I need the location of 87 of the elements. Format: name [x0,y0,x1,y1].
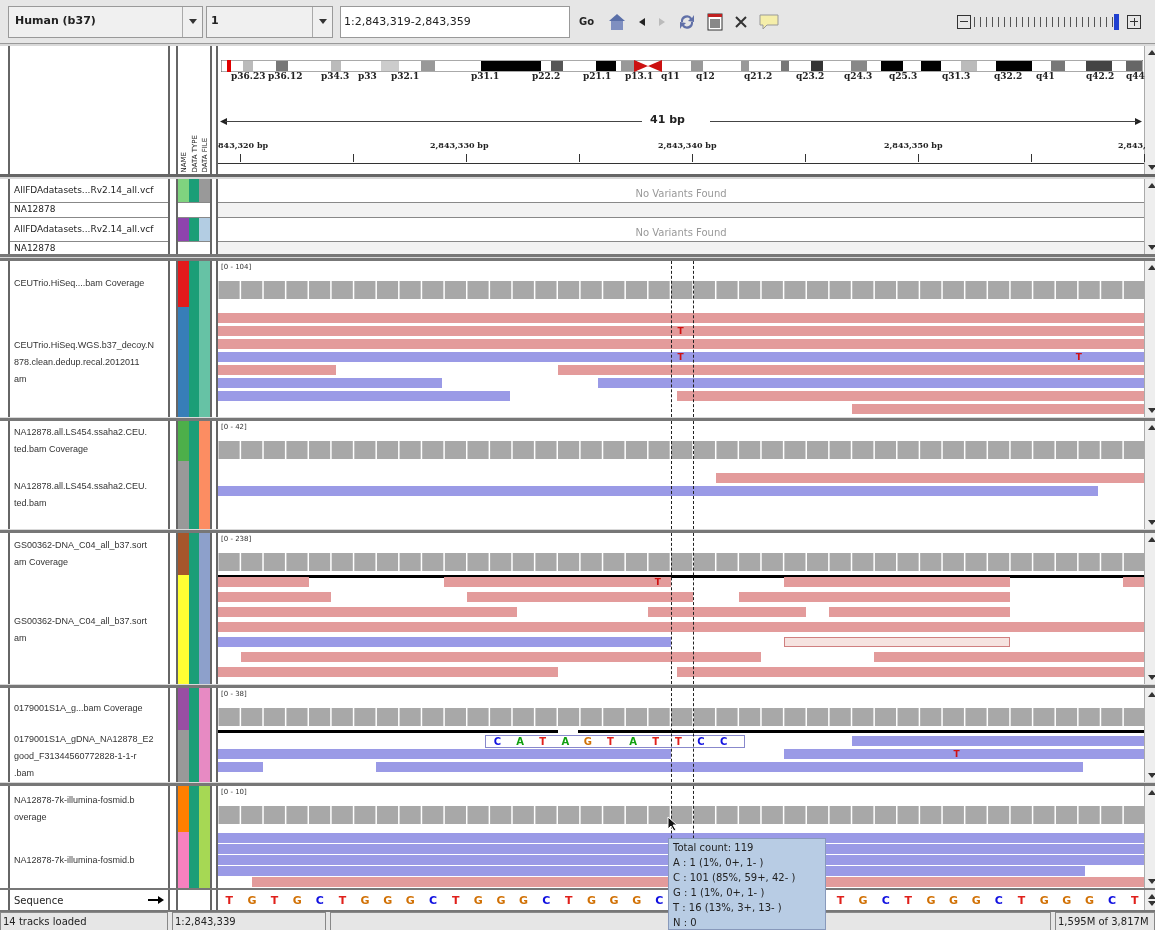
band-label: p22.2 [532,71,561,81]
reference-base: G [857,893,869,909]
reference-base: T [450,893,461,909]
reference-base: C [993,893,1004,909]
read-base: C [696,736,706,747]
reference-base: G [1061,893,1073,909]
read-base: A [628,736,638,747]
reference-base: C [1107,893,1118,909]
reference-base: T [903,893,914,909]
band-label: p31.1 [471,71,500,81]
band-label: p33 [358,71,377,81]
band-label: p36.12 [268,71,303,81]
reference-base: C [654,893,665,909]
reference-base: T [337,893,348,909]
read-base: T [538,736,548,747]
read-base: T [651,736,661,747]
band-label: q25.3 [889,71,918,81]
band-label: q42.2 [1086,71,1115,81]
reference-base: G [631,893,643,909]
mismatch-base: T [1075,352,1082,362]
reference-base: C [541,893,552,909]
band-label: q11 [661,71,680,81]
read-base: A [515,736,525,747]
tooltip-line: A : 1 (1%, 0+, 1- ) [673,856,765,870]
reference-base: G [495,893,507,909]
status-message: 14 tracks loaded [0,912,168,930]
tooltip-line: C : 101 (85%, 59+, 42- ) [673,871,797,885]
span-label: 41 bp [650,112,685,128]
empty-track-message: No Variants Found [635,226,727,240]
empty-track-message: No Variants Found [635,187,727,201]
band-label: p13.1 [625,71,654,81]
reference-base: C [427,893,439,909]
band-label: p36.23 [231,71,266,81]
reference-base: G [291,893,303,909]
reference-base: G [382,893,394,909]
tick-label: 2,843,330 bp [430,139,489,151]
band-label: q12 [696,71,715,81]
reference-base: G [585,893,597,909]
reference-base: T [564,893,574,909]
tick-label: 2,843, [1118,139,1146,151]
reference-base: G [1038,893,1050,909]
reference-base: G [970,893,982,909]
memory-readout: 1,595M of 3,817M [1055,912,1155,930]
tooltip-line: Total count: 119 [673,841,755,855]
read-base: G [582,736,593,747]
band-label: q31.3 [942,71,971,81]
band-label: p34.3 [321,71,350,81]
read-base: T [606,736,615,747]
reference-base: G [404,893,416,909]
band-label: p21.1 [583,71,612,81]
mismatch-base: T [953,749,960,759]
mismatch-base: T [677,326,684,336]
read-base: T [673,736,683,747]
tooltip-line: T : 16 (13%, 3+, 13- ) [673,901,783,915]
reference-base: T [1016,893,1027,909]
read-base: C [718,736,729,747]
band-label: q32.2 [994,71,1023,81]
band-label: q44 [1126,71,1145,81]
reference-base: G [246,893,258,909]
band-label: q41 [1036,71,1055,81]
reference-base: C [880,893,891,909]
reference-base: G [359,893,371,909]
tick-label: 2,843,350 bp [884,139,943,151]
reference-base: C [314,893,325,909]
mismatch-base: T [677,352,684,362]
reference-base: G [518,893,530,909]
band-label: p32.1 [391,71,420,81]
reference-base: G [472,893,484,909]
tooltip-line: G : 1 (1%, 0+, 1- ) [673,886,766,900]
reference-base: T [835,893,846,909]
tick-label: 2,843,340 bp [658,139,717,151]
band-label: q24.3 [844,71,873,81]
tick-label: 843,320 bp [218,139,269,151]
reference-base: G [948,893,960,909]
position-readout: 1:2,843,339 [172,912,326,930]
read-base: C [492,736,503,747]
band-label: q23.2 [796,71,825,81]
read-base: A [560,736,571,747]
reference-base: G [1083,893,1095,909]
mismatch-base: T [654,577,661,587]
reference-base: T [269,893,280,909]
reference-base: G [608,893,620,909]
band-label: q21.2 [744,71,773,81]
tooltip-line: N : 0 [673,916,698,930]
reference-base: T [224,893,235,909]
reference-base: T [1129,893,1140,909]
reference-base: G [925,893,937,909]
